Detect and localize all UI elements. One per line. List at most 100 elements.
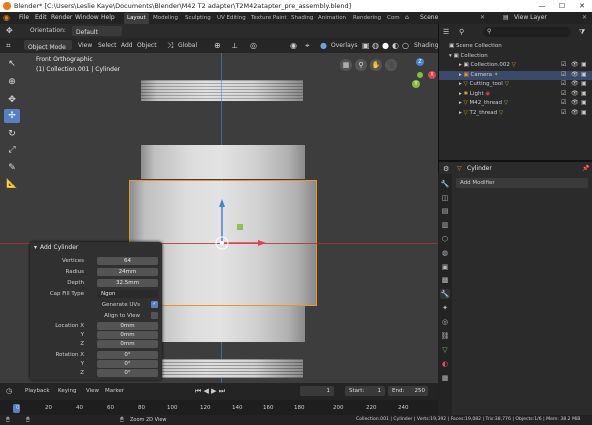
menu-keying[interactable]: Keying xyxy=(58,388,76,394)
checkbox-icon[interactable]: ☑ xyxy=(561,71,566,78)
gizmo-icon[interactable]: ⌖ xyxy=(305,38,310,53)
tab-shading[interactable]: Shading xyxy=(288,13,316,24)
maximize-icon[interactable]: ☐ xyxy=(552,0,572,12)
rotation-x-field[interactable]: 0° xyxy=(97,351,158,359)
overlays-button[interactable]: Overlays xyxy=(331,38,357,53)
shading-wireframe-icon[interactable]: ◍ xyxy=(372,38,379,53)
blender-menu-icon[interactable]: ◉ xyxy=(3,12,10,24)
camera-icon[interactable]: ▣ xyxy=(581,99,587,106)
tool-tab-icon[interactable]: 🔧 xyxy=(440,179,450,189)
particles-tab-icon[interactable]: ✦ xyxy=(440,303,450,313)
object-tab-icon[interactable]: ▩ xyxy=(440,275,450,285)
checkbox-icon[interactable]: ☑ xyxy=(561,109,566,116)
move-tool-icon[interactable]: ✥ xyxy=(4,93,20,107)
orientation-dropdown[interactable]: Default xyxy=(72,26,122,36)
tab-modeling[interactable]: Modeling xyxy=(150,13,181,24)
location-y-field[interactable]: 0mm xyxy=(97,331,158,339)
shading-solid-icon[interactable]: ● xyxy=(382,38,389,53)
menu-view[interactable]: View xyxy=(78,38,92,53)
transform-gizmo[interactable] xyxy=(200,193,270,263)
transform-tool-icon[interactable]: ✢ xyxy=(4,109,20,123)
select-tool-icon[interactable]: ↖ xyxy=(4,57,20,71)
display-mode-icon[interactable]: ⚲ xyxy=(459,28,464,36)
end-frame-field[interactable]: End: 250 xyxy=(388,386,428,396)
scene-close-icon[interactable]: ✕ xyxy=(480,12,485,24)
eye-icon[interactable]: 👁 xyxy=(571,90,579,97)
checkbox-icon[interactable]: ☑ xyxy=(561,61,566,68)
tab-uv-editing[interactable]: UV Editing xyxy=(214,13,249,24)
rotate-tool-icon[interactable]: ↻ xyxy=(4,127,20,141)
middle-cylinder-mesh[interactable] xyxy=(141,145,305,179)
current-frame-field[interactable]: 1 xyxy=(300,386,334,396)
generate-uvs-checkbox[interactable]: ✓ xyxy=(151,301,158,308)
eye-icon[interactable]: 👁 xyxy=(571,61,579,68)
grid-view-icon[interactable]: ▦ xyxy=(340,59,352,71)
cursor-tool-icon[interactable]: ⊕ xyxy=(4,75,20,89)
pin-icon[interactable]: 📌 xyxy=(582,165,589,172)
modifier-tab-icon[interactable]: 🔧 xyxy=(440,289,450,299)
outliner-item-cutting-tool[interactable]: ▸ ▽ Cutting_tool ▽ xyxy=(439,80,592,90)
collection-tab-icon[interactable]: ▣ xyxy=(440,262,450,272)
eye-icon[interactable]: 👁 xyxy=(571,80,579,87)
menu-window[interactable]: Window xyxy=(75,12,99,24)
menu-marker[interactable]: Marker xyxy=(105,388,124,394)
menu-add[interactable]: Add xyxy=(121,38,133,53)
measure-tool-icon[interactable]: 📐 xyxy=(4,177,20,191)
view-layer-close-icon[interactable]: ✕ xyxy=(582,12,587,24)
menu-render[interactable]: Render xyxy=(51,12,72,24)
proportional-edit-icon[interactable]: ◎ xyxy=(250,38,257,53)
outliner-item-camera[interactable]: ▸ ▣ Camera ✦ xyxy=(439,70,592,80)
eye-icon[interactable]: 👁 xyxy=(571,71,579,78)
shading-menu[interactable]: Shading xyxy=(414,38,438,53)
editor-type-icon[interactable]: ⌗ xyxy=(6,38,11,53)
lower-cylinder-mesh[interactable] xyxy=(141,306,305,342)
bottom-thread-mesh[interactable] xyxy=(141,359,303,378)
output-tab-icon[interactable]: ▤ xyxy=(440,206,450,216)
outliner-item-scene-collection[interactable]: ▣ Scene Collection xyxy=(439,42,592,52)
rotation-z-field[interactable]: 0° xyxy=(97,369,158,377)
close-icon[interactable]: ✕ xyxy=(572,0,592,12)
data-tab-icon[interactable]: ▽ xyxy=(440,345,450,355)
transform-orientation[interactable]: Global xyxy=(178,38,197,53)
outliner-item-collection[interactable]: ▾ ▣ Collection xyxy=(439,52,592,62)
playback-controls-icon[interactable]: ⏮ ◀ ▶ ⏭ xyxy=(195,387,225,396)
menu-edit[interactable]: Edit xyxy=(35,12,47,24)
menu-help[interactable]: Help xyxy=(101,12,115,24)
eye-icon[interactable]: 👁 xyxy=(571,99,579,106)
physics-tab-icon[interactable]: ◎ xyxy=(440,317,450,327)
outliner-item-t2-thread[interactable]: ▸ ▽ T2_thread ▽ xyxy=(439,109,592,119)
rotation-y-field[interactable]: 0° xyxy=(97,360,158,368)
z-axis-ball[interactable]: Z xyxy=(416,58,424,66)
start-frame-field[interactable]: Start: 1 xyxy=(345,386,385,396)
outliner-item-light[interactable]: ▸ ✱ Light ◉ xyxy=(439,90,592,100)
tab-layout[interactable]: Layout xyxy=(124,13,149,24)
menu-playback[interactable]: Playback xyxy=(25,388,50,394)
checkbox-icon[interactable]: ☑ xyxy=(561,90,566,97)
camera-icon[interactable]: ▣ xyxy=(581,61,587,68)
location-x-field[interactable]: 0mm xyxy=(97,322,158,330)
radius-field[interactable]: 24mm xyxy=(97,268,158,276)
camera-icon[interactable]: ▣ xyxy=(581,71,587,78)
depth-field[interactable]: 32.5mm xyxy=(97,279,158,287)
align-view-checkbox[interactable] xyxy=(151,312,158,319)
zoom-icon[interactable]: ⚲ xyxy=(355,59,367,71)
scene-selector[interactable]: Scene xyxy=(420,12,438,24)
vertices-field[interactable]: 64 xyxy=(97,257,158,265)
pan-hand-icon[interactable]: ✋ xyxy=(370,59,382,71)
outliner-item-collection-002[interactable]: ▸ ▣ Collection.002 ▽ xyxy=(439,61,592,71)
shading-material-icon[interactable]: ◐ xyxy=(392,38,399,53)
tab-texture-paint[interactable]: Texture Paint xyxy=(248,13,290,24)
x-axis-ball[interactable]: X xyxy=(428,71,436,79)
eye-icon[interactable]: 👁 xyxy=(571,109,579,116)
camera-icon[interactable]: ▣ xyxy=(581,80,587,87)
camera-view-icon[interactable]: 🎥 xyxy=(385,59,397,71)
scene-tab-icon[interactable]: ⬡ xyxy=(440,234,450,244)
minimize-icon[interactable]: — xyxy=(532,0,552,12)
top-thread-mesh[interactable] xyxy=(141,80,303,101)
annotate-tool-icon[interactable]: ✎ xyxy=(4,161,20,175)
render-tab-icon[interactable]: ◫ xyxy=(440,193,450,203)
xray-icon[interactable]: ▣ xyxy=(362,38,370,53)
shading-rendered-icon[interactable]: ○ xyxy=(402,38,409,53)
menu-object[interactable]: Object xyxy=(137,38,157,53)
outliner-item-m42-thread[interactable]: ▸ ▽ M42_thread ▽ xyxy=(439,99,592,109)
